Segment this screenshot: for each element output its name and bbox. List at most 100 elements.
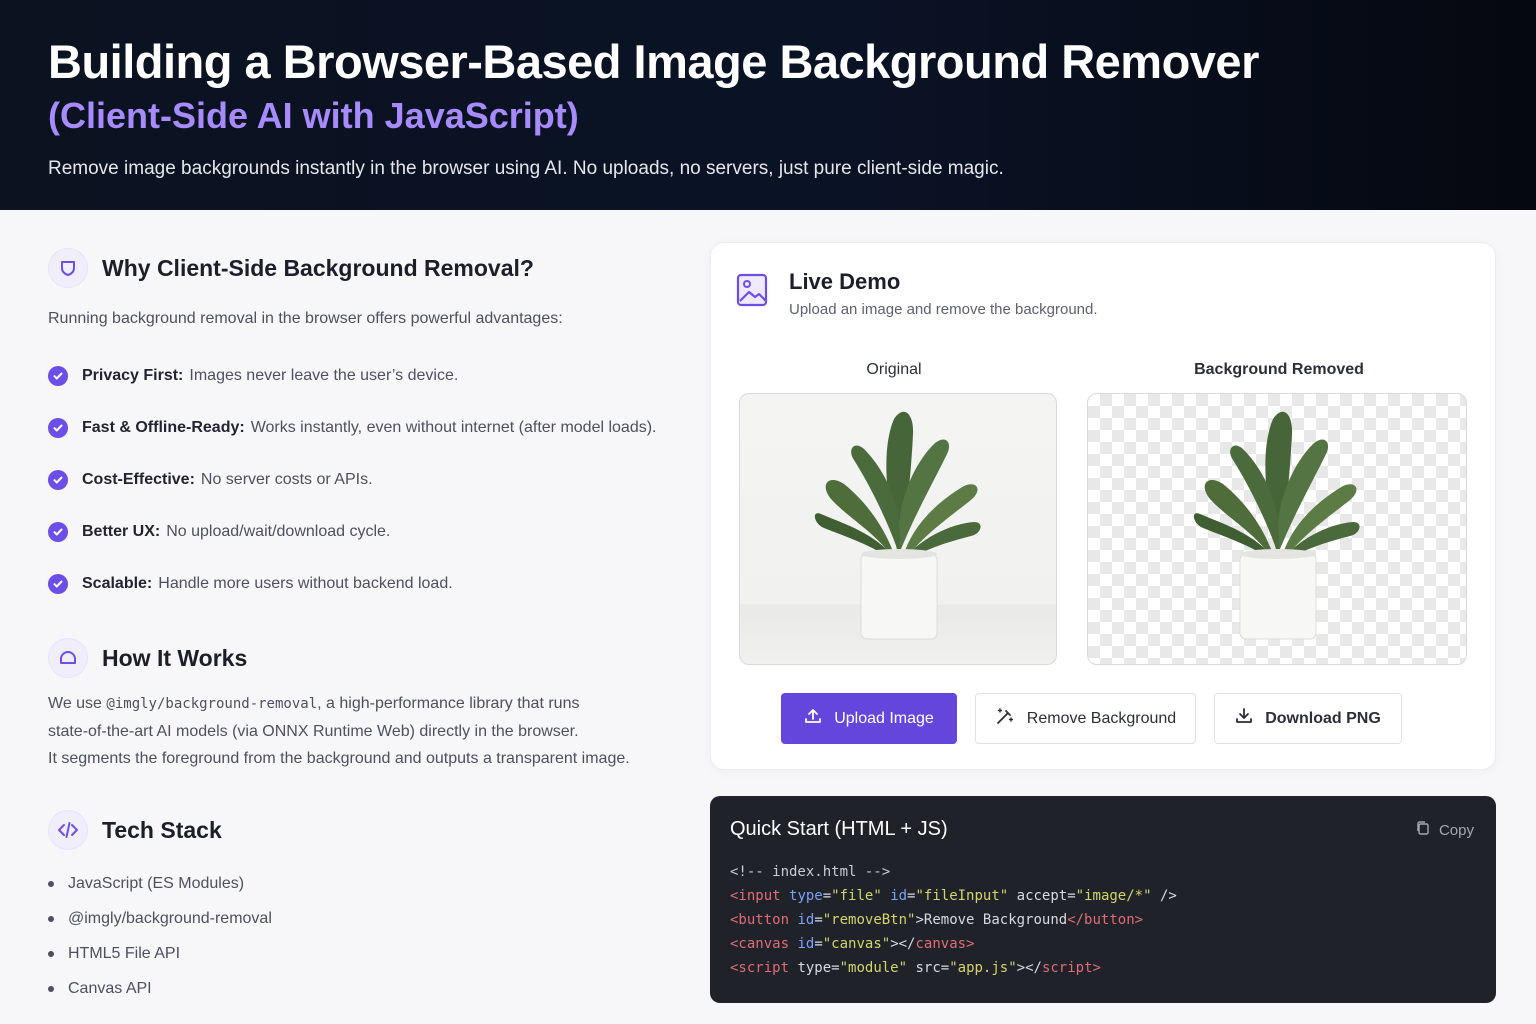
how-section-header: How It Works	[48, 638, 668, 678]
list-item: JavaScript (ES Modules)	[48, 866, 668, 901]
code-token: canvas>	[915, 936, 975, 952]
tech-item: Canvas API	[68, 979, 152, 997]
how-description: We use @imgly/background-removal, a high…	[48, 690, 668, 772]
benefit-text: Images never leave the user’s device.	[189, 367, 459, 384]
code-token: <canvas	[730, 936, 790, 952]
background-removed-image	[1087, 393, 1467, 665]
check-icon	[48, 418, 68, 438]
list-item: HTML5 File API	[48, 936, 668, 971]
why-section-header: Why Client-Side Background Removal?	[48, 248, 668, 288]
dome-icon	[48, 638, 88, 678]
check-icon	[48, 522, 68, 542]
tech-list: JavaScript (ES Modules) @imgly/backgroun…	[48, 866, 668, 1006]
benefit-text: No server costs or APIs.	[200, 471, 373, 488]
benefit-text: No upload/wait/download cycle.	[166, 523, 391, 540]
remove-label: Remove Background	[1026, 709, 1177, 727]
benefits-list: Privacy First: Images never leave the use…	[48, 350, 668, 610]
original-image	[739, 393, 1057, 665]
hero-tagline: Remove image backgrounds instantly in th…	[48, 158, 1004, 179]
bullet-icon	[48, 985, 54, 992]
download-label: Download PNG	[1265, 709, 1381, 727]
code-token: id	[890, 888, 908, 904]
code-token: >	[915, 912, 924, 928]
benefit-text: Works instantly, even without internet (…	[250, 419, 657, 436]
live-demo-card: Live Demo Upload an image and remove the…	[710, 242, 1496, 770]
benefit-title: Privacy First:	[82, 367, 184, 384]
why-lead: Running background removal in the browse…	[48, 310, 563, 327]
bullet-icon	[48, 950, 54, 957]
copy-button[interactable]: Copy	[1415, 820, 1474, 840]
page-subtitle: (Client-Side AI with JavaScript)	[48, 95, 579, 136]
code-icon	[48, 810, 88, 850]
code-token: src	[915, 960, 941, 976]
remove-background-button[interactable]: Remove Background	[975, 693, 1196, 744]
how-text: We use	[48, 695, 107, 712]
list-item: Privacy First: Images never leave the use…	[48, 350, 668, 402]
benefit-text: Handle more users without backend load.	[158, 575, 453, 592]
code-token: type	[797, 960, 832, 976]
download-icon	[1235, 707, 1253, 730]
list-item: @imgly/background-removal	[48, 901, 668, 936]
demo-title: Live Demo	[789, 269, 901, 294]
upload-image-button[interactable]: Upload Image	[781, 693, 957, 744]
code-token: <input	[730, 888, 781, 904]
quick-start-code-card: Quick Start (HTML + JS) Copy <!-- index.…	[710, 796, 1496, 1003]
code-token: Remove Background	[923, 912, 1068, 928]
code-token: type	[789, 888, 823, 904]
code-comment: <!-- index.html -->	[730, 864, 891, 880]
how-heading: How It Works	[102, 644, 248, 671]
removed-label: Background Removed	[1194, 361, 1364, 378]
hero-banner: Building a Browser-Based Image Backgroun…	[0, 0, 1536, 210]
tech-item: HTML5 File API	[68, 944, 181, 962]
original-label: Original	[866, 361, 922, 378]
tech-section-header: Tech Stack	[48, 810, 668, 850]
check-icon	[48, 574, 68, 594]
article-content: Why Client-Side Background Removal? Runn…	[48, 248, 668, 1006]
image-icon	[735, 269, 771, 318]
list-item: Better UX: No upload/wait/download cycle.	[48, 506, 668, 558]
tech-item: @imgly/background-removal	[68, 909, 272, 927]
code-token: accept	[1016, 888, 1068, 904]
why-heading: Why Client-Side Background Removal?	[102, 254, 534, 281]
copy-label: Copy	[1438, 821, 1474, 839]
how-text: state-of-the-art AI models (via ONNX Run…	[48, 723, 579, 740]
code-token: "fileInput"	[915, 888, 1009, 904]
code-token: />	[1159, 888, 1177, 904]
list-item: Scalable: Handle more users without backe…	[48, 558, 668, 610]
upload-label: Upload Image	[834, 709, 934, 727]
upload-icon	[804, 707, 822, 730]
library-name: @imgly/background-removal	[106, 696, 318, 712]
code-title: Quick Start (HTML + JS)	[730, 818, 948, 840]
how-text: , a high-performance library that runs	[317, 695, 580, 712]
code-token: "file"	[831, 888, 882, 904]
code-block: <!-- index.html --> <input type="file" i…	[730, 864, 1177, 976]
code-token: "image/*"	[1075, 888, 1152, 904]
tech-item: JavaScript (ES Modules)	[68, 874, 245, 892]
code-token: id	[797, 936, 815, 952]
list-item: Fast & Offline-Ready: Works instantly, ev…	[48, 402, 668, 454]
code-token: id	[797, 912, 815, 928]
benefit-title: Scalable:	[82, 575, 153, 592]
list-item: Cost-Effective: No server costs or APIs.	[48, 454, 668, 506]
demo-header: Live Demo Upload an image and remove the…	[735, 269, 1098, 318]
magic-wand-icon	[995, 706, 1015, 731]
code-token: "app.js"	[949, 960, 1017, 976]
code-token: ></	[890, 936, 916, 952]
code-token: script>	[1041, 960, 1101, 976]
page-title: Building a Browser-Based Image Backgroun…	[48, 35, 1259, 88]
list-item: Canvas API	[48, 971, 668, 1006]
how-text: It segments the foreground from the back…	[48, 750, 630, 767]
code-token: <script	[730, 960, 790, 976]
tech-heading: Tech Stack	[102, 816, 222, 843]
benefit-title: Fast & Offline-Ready:	[82, 419, 245, 436]
benefit-title: Cost-Effective:	[82, 471, 195, 488]
code-token: "removeBtn"	[822, 912, 916, 928]
check-icon	[48, 366, 68, 386]
code-token: "canvas"	[822, 936, 891, 952]
bullet-icon	[48, 880, 54, 887]
download-png-button[interactable]: Download PNG	[1214, 693, 1402, 744]
code-token: <button	[730, 912, 790, 928]
code-token: "module"	[839, 960, 908, 976]
bullet-icon	[48, 915, 54, 922]
shield-icon	[48, 248, 88, 288]
